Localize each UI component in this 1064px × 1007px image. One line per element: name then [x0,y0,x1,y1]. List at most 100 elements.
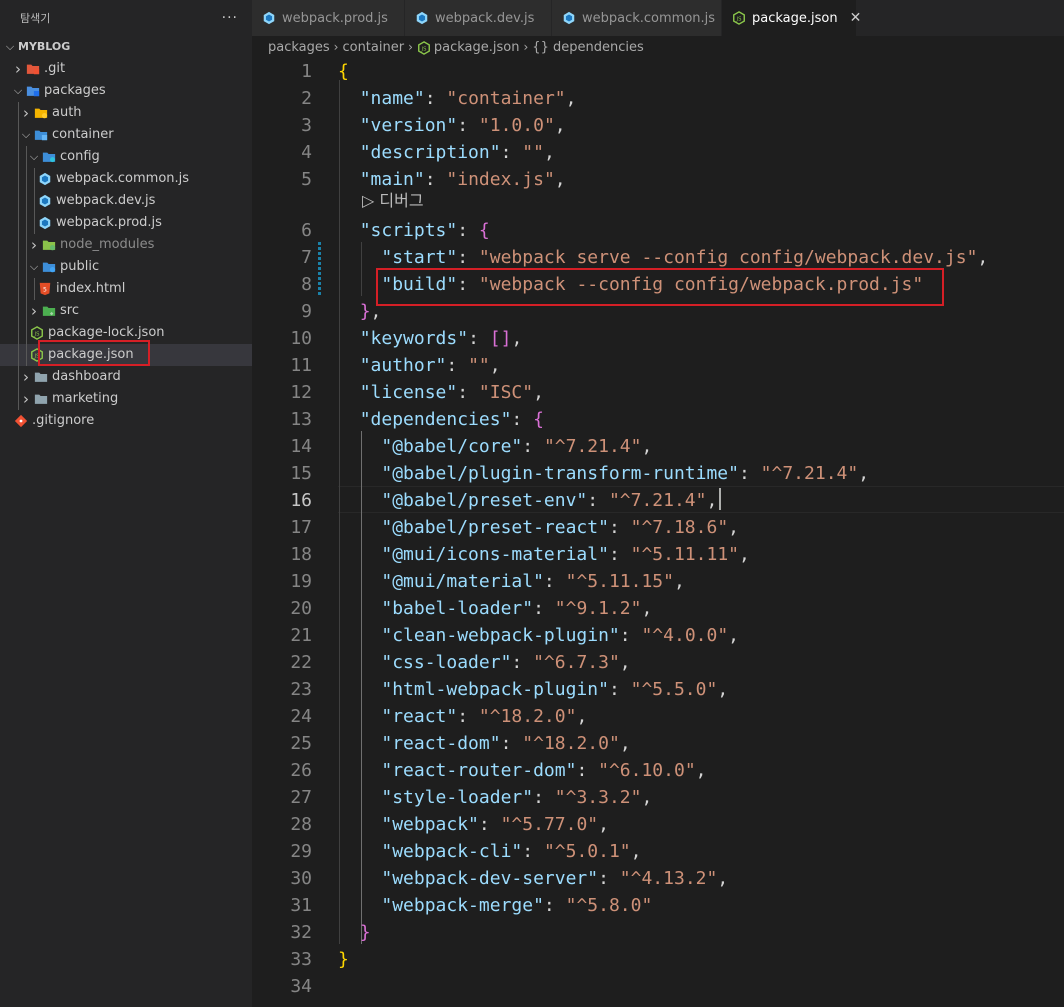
code-line: 11 "author": "", [252,352,1064,379]
folder-item[interactable]: ⌵ packages [0,80,252,102]
html-file-icon: 5 [38,282,52,296]
explorer-title: 탐색기 [20,12,51,25]
code-token: : [543,895,566,916]
code-token: , [576,706,588,727]
svg-text:JS: JS [34,354,41,360]
code-token: "^3.3.2" [554,787,642,808]
file-item[interactable]: 5 index.html [0,278,252,300]
code-token: "@babel/plugin-transform-runtime" [381,463,739,484]
file-item[interactable]: .gitignore [0,410,252,432]
code-token: , [739,544,750,565]
code-token: "^9.1.2" [554,598,642,619]
code-token: , [673,571,685,592]
chevron-right-icon[interactable]: › [12,58,24,80]
code-token: , [706,490,718,511]
folder-yellow-icon [34,106,48,120]
code-editor[interactable]: ▷ 디버그 1{2 "name": "container", 3 "version… [252,58,1064,1007]
debug-codelens[interactable]: ▷ 디버그 [362,190,424,212]
tab-webpack-dev-js[interactable]: webpack.dev.js [405,0,552,36]
chevron-down-icon[interactable]: ⌵ [28,256,40,278]
workspace-root[interactable]: ⌵ MYBLOG [0,36,252,58]
code-line: 34 [252,973,1064,1000]
code-line: 3 "version": "1.0.0", [252,112,1064,139]
chevron-down-icon[interactable]: ⌵ [20,124,32,146]
folder-item[interactable]: ⌵ public [0,256,252,278]
tab-label: webpack.dev.js [435,10,535,26]
file-item[interactable]: JS package-lock.json [0,322,252,344]
chevron-down-icon[interactable]: ⌵ [4,36,16,58]
line-number: 4 [301,142,312,163]
code-line: 6 "scripts": { [252,217,1064,244]
code-token: "^4.13.2" [619,868,718,889]
folder-item[interactable]: › auth [0,102,252,124]
tree-item-label: config [60,149,100,164]
tab-label: webpack.prod.js [282,10,388,26]
tree-indent-guide [18,124,19,146]
line-number: 13 [290,409,312,430]
folder-item[interactable]: › node_modules [0,234,252,256]
code-line: 14 "@babel/core": "^7.21.4", [252,433,1064,460]
breadcrumb-item[interactable]: container [342,40,404,55]
tree-indent-guide [18,256,19,278]
tab-package-json[interactable]: JS package.json ✕ [722,0,861,36]
chevron-right-icon[interactable]: › [20,102,32,124]
code-token: : [543,571,566,592]
breadcrumb-item[interactable]: package.json [434,40,520,55]
code-token: { [478,220,490,241]
code-token: , [641,436,653,457]
folder-item[interactable]: ⌵ config [0,146,252,168]
code-token: "webpack-dev-server" [381,868,599,889]
chevron-down-icon[interactable]: ⌵ [28,146,40,168]
folder-item[interactable]: › dashboard [0,366,252,388]
code-line: 2 "name": "container", [252,85,1064,112]
chevron-right-icon[interactable]: › [28,300,40,322]
chevron-right-icon[interactable]: › [28,234,40,256]
tree-indent-guide [18,300,19,322]
tab-webpack-common-js[interactable]: webpack.common.js [552,0,722,36]
code-line: 18 "@mui/icons-material": "^5.11.11", [252,541,1064,568]
breadcrumb-item[interactable]: packages [268,40,330,55]
folder-item[interactable]: ⌵ container [0,124,252,146]
code-token: "@babel/preset-env" [381,490,588,511]
file-item[interactable]: webpack.prod.js [0,212,252,234]
code-line: 16 "@babel/preset-env": "^7.21.4", [252,487,1064,514]
folder-item[interactable]: › .git [0,58,252,80]
code-token: "keywords" [359,328,469,349]
code-token: , [717,868,729,889]
code-text: "@babel/preset-react": "^7.18.6", [338,514,739,541]
code-token: "^5.8.0" [565,895,653,916]
code-line: 32 } [252,919,1064,946]
code-line: 33} [252,946,1064,973]
chevron-right-icon[interactable]: › [20,388,32,410]
code-token: "dependencies" [359,409,512,430]
code-text: "@babel/core": "^7.21.4", [338,433,652,460]
chevron-right-icon[interactable]: › [20,366,32,388]
line-number: 33 [290,949,312,970]
code-token: : [457,115,479,136]
tree-item-label: auth [52,105,82,120]
file-item[interactable]: webpack.dev.js [0,190,252,212]
code-text: "dependencies": { [338,406,544,433]
tree-item-label: index.html [56,281,126,296]
chevron-right-icon: › [333,40,339,54]
file-item[interactable]: JS package.json [0,344,252,366]
code-text: "@mui/material": "^5.11.15", [338,568,685,595]
close-icon[interactable]: ✕ [850,10,862,26]
code-token: "^7.21.4" [543,436,642,457]
folder-item[interactable]: › marketing [0,388,252,410]
tree-indent-guide [34,190,35,212]
folder-item[interactable]: › src [0,300,252,322]
tab-webpack-prod-js[interactable]: webpack.prod.js [252,0,405,36]
tree-item-label: webpack.dev.js [56,193,156,208]
more-actions-icon[interactable]: ··· [222,10,238,26]
code-text: }, [338,298,382,325]
breadcrumb-item[interactable]: {} dependencies [532,40,643,55]
code-token: "@mui/material" [381,571,544,592]
chevron-down-icon[interactable]: ⌵ [12,80,24,102]
file-item[interactable]: webpack.common.js [0,168,252,190]
